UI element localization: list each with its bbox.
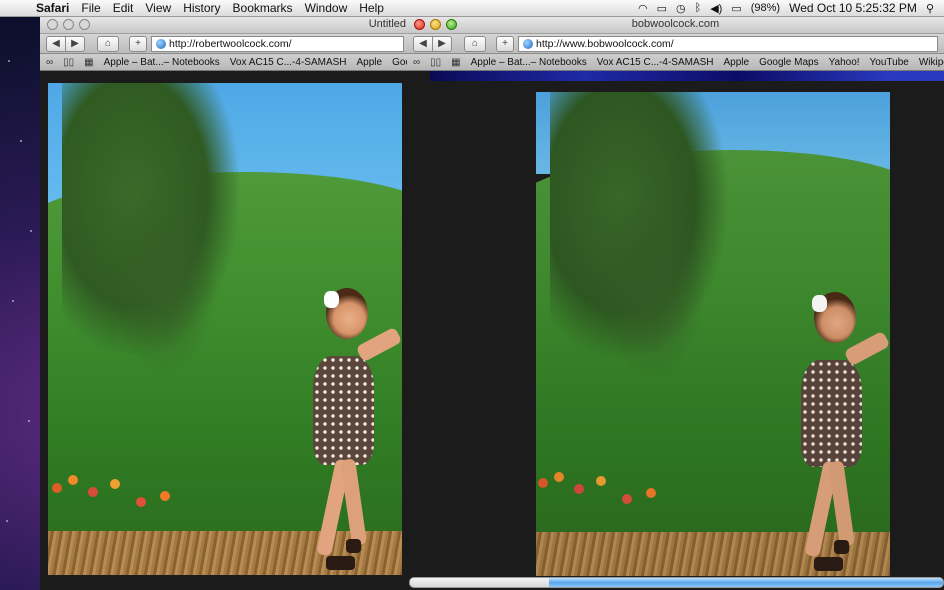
bookmark-item[interactable]: Vox AC15 C...-4-SAMASH xyxy=(230,57,347,68)
bookmark-item[interactable]: Vox AC15 C...-4-SAMASH xyxy=(597,57,714,68)
spotlight-icon[interactable]: ⚲ xyxy=(926,2,934,15)
menu-bookmarks[interactable]: Bookmarks xyxy=(227,1,299,15)
menu-view[interactable]: View xyxy=(139,1,177,15)
address-bar[interactable]: http://www.bobwoolcock.com/ xyxy=(518,35,938,52)
bookmarks-book-icon[interactable]: ▯▯ xyxy=(430,57,441,68)
reader-icon[interactable]: ⌂ xyxy=(464,35,486,52)
top-sites-icon[interactable]: ▦ xyxy=(84,57,93,68)
page-load-progress-bar xyxy=(409,577,944,588)
display-icon[interactable]: ▭ xyxy=(657,2,667,15)
bookmark-item[interactable]: Apple xyxy=(724,57,750,68)
reading-list-icon[interactable]: ∞ xyxy=(413,57,420,68)
toolbar: ◀ ▶ ⌂ + http://robertwoolcock.com/ xyxy=(40,34,410,54)
page-content xyxy=(40,71,410,590)
bookmark-item[interactable]: Apple – Bat...– Notebooks xyxy=(104,57,220,68)
menu-extras: ◠ ▭ ◷ ᛒ ◀) ▭ (98%) Wed Oct 10 5:25:32 PM… xyxy=(638,1,944,15)
clock[interactable]: Wed Oct 10 5:25:32 PM xyxy=(789,1,917,15)
window-title: bobwoolcock.com xyxy=(631,18,720,30)
title-bar[interactable]: Untitled xyxy=(40,16,410,34)
wifi-icon[interactable]: ◠ xyxy=(638,2,648,15)
add-bookmark-button[interactable]: + xyxy=(129,35,147,52)
photo-girl-on-hill xyxy=(48,83,402,575)
bookmarks-bar: ∞ ▯▯ ▦ Apple – Bat...– Notebooks Vox AC1… xyxy=(40,54,410,71)
photo-girl-on-hill xyxy=(536,92,890,576)
reading-list-icon[interactable]: ∞ xyxy=(46,57,53,68)
nav-buttons: ◀ ▶ xyxy=(413,35,452,52)
menu-file[interactable]: File xyxy=(75,1,106,15)
address-bar[interactable]: http://robertwoolcock.com/ xyxy=(151,35,404,52)
bookmarks-bar: ∞ ▯▯ ▦ Apple – Bat...– Notebooks Vox AC1… xyxy=(407,54,944,71)
back-button[interactable]: ◀ xyxy=(46,35,66,52)
nav-buttons: ◀ ▶ xyxy=(46,35,85,52)
volume-icon[interactable]: ◀) xyxy=(710,2,722,15)
top-sites-icon[interactable]: ▦ xyxy=(451,57,460,68)
url-text: http://robertwoolcock.com/ xyxy=(169,37,292,50)
add-bookmark-button[interactable]: + xyxy=(496,35,514,52)
forward-button[interactable]: ▶ xyxy=(66,35,85,52)
globe-icon xyxy=(156,38,166,49)
battery-icon[interactable]: ▭ xyxy=(731,2,741,15)
url-text: http://www.bobwoolcock.com/ xyxy=(536,37,674,50)
browser-window-right: bobwoolcock.com ◀ ▶ ⌂ + http://www.bobwo… xyxy=(407,16,944,590)
forward-button[interactable]: ▶ xyxy=(433,35,452,52)
menu-safari[interactable]: Safari xyxy=(30,1,75,15)
browser-window-left: Untitled ◀ ▶ ⌂ + http://robertwoolcock.c… xyxy=(40,16,410,590)
menu-help[interactable]: Help xyxy=(353,1,390,15)
menu-bar: Safari File Edit View History Bookmarks … xyxy=(0,0,944,17)
time-machine-icon[interactable]: ◷ xyxy=(676,2,686,15)
title-bar[interactable]: bobwoolcock.com xyxy=(407,16,944,34)
bookmark-item[interactable]: Wikiped xyxy=(919,57,944,68)
reader-icon[interactable]: ⌂ xyxy=(97,35,119,52)
bookmark-item[interactable]: Apple xyxy=(357,57,383,68)
bookmarks-book-icon[interactable]: ▯▯ xyxy=(63,57,74,68)
page-content xyxy=(407,71,944,590)
bluetooth-icon[interactable]: ᛒ xyxy=(695,2,702,14)
bookmark-item[interactable]: YouTube xyxy=(870,57,909,68)
toolbar: ◀ ▶ ⌂ + http://www.bobwoolcock.com/ xyxy=(407,34,944,54)
bookmark-item[interactable]: Apple – Bat...– Notebooks xyxy=(471,57,587,68)
bookmark-item[interactable]: Google Maps xyxy=(759,57,818,68)
battery-percent: (98%) xyxy=(750,2,781,14)
menu-edit[interactable]: Edit xyxy=(107,1,140,15)
progress-fill xyxy=(548,578,943,587)
menu-history[interactable]: History xyxy=(177,1,226,15)
globe-icon xyxy=(523,38,533,49)
page-header-banner xyxy=(430,71,944,81)
back-button[interactable]: ◀ xyxy=(413,35,433,52)
bookmark-item[interactable]: Yahoo! xyxy=(829,57,860,68)
window-title: Untitled xyxy=(368,18,406,30)
menu-window[interactable]: Window xyxy=(299,1,354,15)
